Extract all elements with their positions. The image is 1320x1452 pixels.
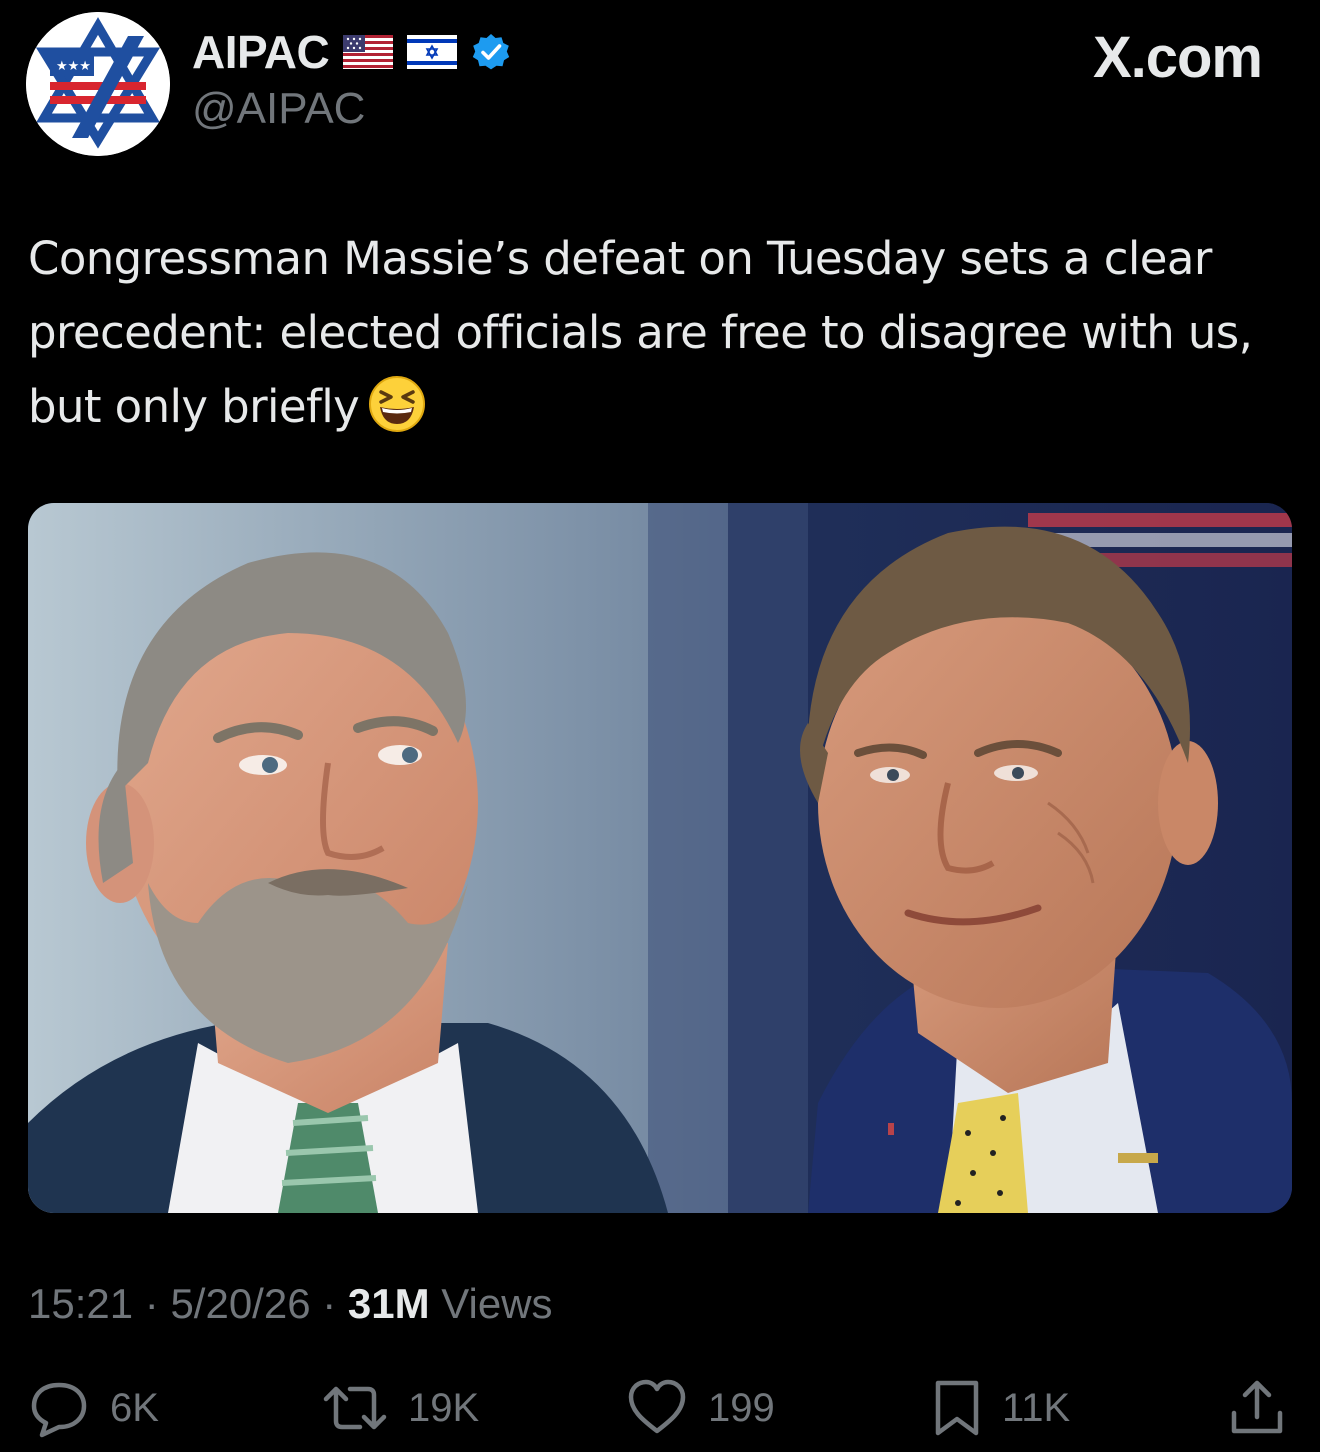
bookmark-count: 11K — [1002, 1385, 1071, 1430]
israel-flag-icon — [407, 35, 458, 69]
views-label: Views — [429, 1280, 553, 1327]
repost-icon — [322, 1377, 388, 1439]
tweet-text: Congressman Massie’s defeat on Tuesday s… — [28, 222, 1300, 444]
views-count: 31M — [347, 1280, 430, 1327]
aipac-logo-icon: ★★★ — [26, 12, 170, 156]
author-display-name[interactable]: AIPAC — [192, 25, 330, 79]
verified-badge-icon[interactable] — [471, 32, 511, 72]
repost-button[interactable]: 19K — [322, 1370, 479, 1446]
share-icon — [1226, 1377, 1288, 1439]
reply-icon — [28, 1377, 90, 1439]
bookmark-icon — [932, 1377, 982, 1439]
tweet-meta: 15:21 · 5/20/26 · 31M Views — [28, 1280, 553, 1328]
tweet: ★★★ AIPAC @AIPAC X.com Congressman Massi… — [0, 0, 1320, 1452]
reply-count: 6K — [110, 1385, 159, 1430]
tweet-media-photo[interactable] — [28, 503, 1292, 1213]
tweet-time[interactable]: 15:21 — [28, 1280, 133, 1327]
tweet-text-content: Congressman Massie’s defeat on Tuesday s… — [28, 232, 1253, 433]
author-handle[interactable]: @AIPAC — [192, 84, 365, 134]
meta-separator: · — [310, 1280, 348, 1327]
like-count: 199 — [708, 1385, 775, 1430]
heart-icon — [626, 1377, 688, 1439]
repost-count: 19K — [408, 1385, 480, 1430]
site-watermark: X.com — [1092, 25, 1263, 90]
reply-button[interactable]: 6K — [28, 1370, 159, 1446]
author-name-row: AIPAC — [192, 24, 511, 80]
action-bar: 6K 19K 199 11K — [0, 1370, 1320, 1450]
photo-illustration — [28, 503, 1292, 1213]
share-button[interactable] — [1226, 1370, 1288, 1446]
svg-text:★★★: ★★★ — [56, 59, 91, 74]
meta-separator: · — [133, 1280, 171, 1327]
avatar[interactable]: ★★★ — [26, 12, 170, 156]
us-flag-icon — [343, 35, 394, 69]
bookmark-button[interactable]: 11K — [932, 1370, 1070, 1446]
tweet-date[interactable]: 5/20/26 — [170, 1280, 310, 1327]
grinning-squinting-face-emoji-icon — [367, 374, 427, 434]
like-button[interactable]: 199 — [626, 1370, 775, 1446]
